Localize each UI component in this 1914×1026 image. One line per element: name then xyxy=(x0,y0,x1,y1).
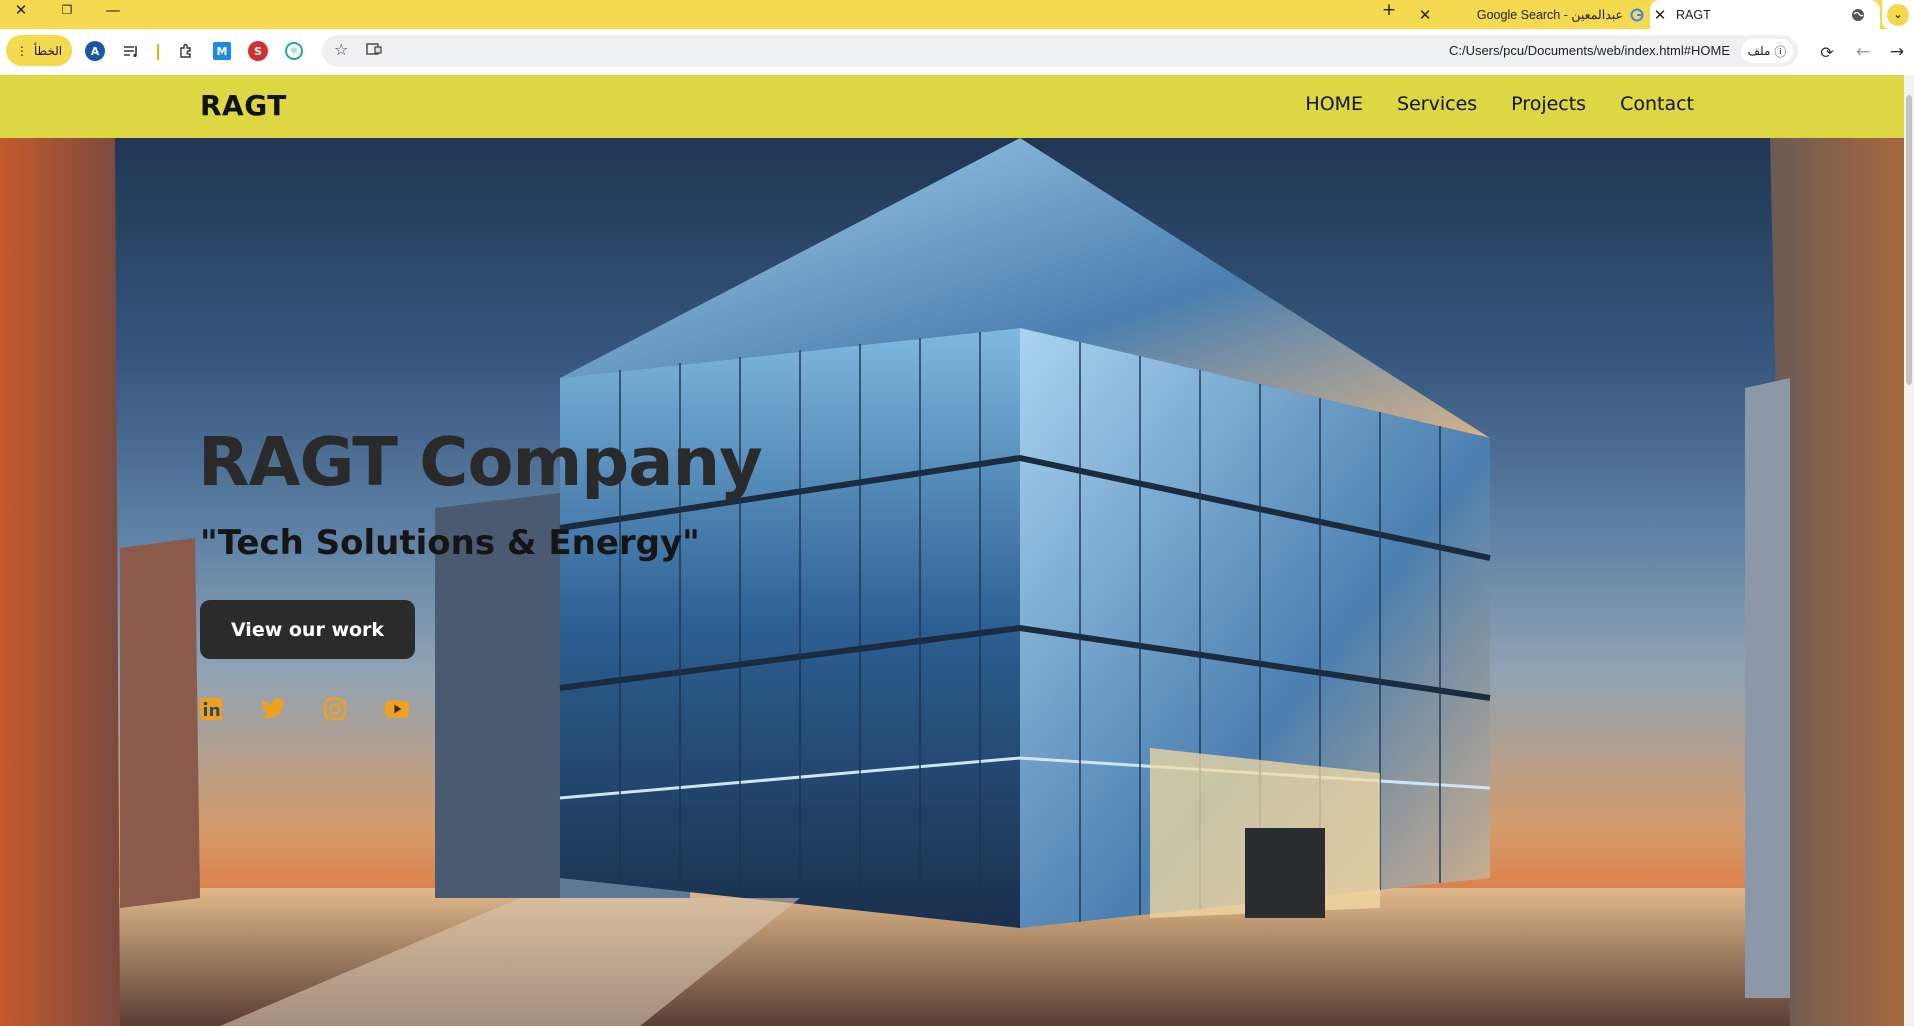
tab-ragt[interactable]: ✕ RAGT xyxy=(1650,0,1880,29)
main-nav: HOME Services Projects Contact xyxy=(1305,93,1694,115)
hero-title: RAGT Company xyxy=(198,423,763,501)
toolbar-divider xyxy=(157,44,159,60)
extension-m-icon[interactable]: M xyxy=(211,40,233,62)
site-logo[interactable]: RAGT xyxy=(200,89,287,122)
error-label: الخطأ xyxy=(33,43,63,58)
close-tab-icon[interactable]: ✕ xyxy=(1650,6,1670,24)
close-window-icon[interactable]: ✕ xyxy=(6,0,36,19)
social-links xyxy=(198,696,410,722)
info-icon: ⓘ xyxy=(1774,44,1787,59)
tab-title: Google Search - عبدالمعين xyxy=(1476,8,1623,22)
page-scrollbar[interactable] xyxy=(1904,75,1914,1026)
forward-arrow-icon[interactable]: → xyxy=(1885,40,1909,64)
hero-background-image xyxy=(0,138,1904,1026)
linkedin-icon[interactable] xyxy=(198,696,224,722)
tab-strip: ✕ ❐ — + ✕ Google Search - عبدالمعين ✕ RA… xyxy=(0,0,1914,29)
site-info-chip[interactable]: ملف ⓘ xyxy=(1741,39,1793,63)
nav-services[interactable]: Services xyxy=(1397,93,1477,115)
url-text: C:/Users/pcu/Documents/web/index.html#HO… xyxy=(1448,43,1730,58)
restore-window-icon[interactable]: ❐ xyxy=(52,0,82,19)
google-favicon-icon xyxy=(1629,7,1645,23)
site-info-label: ملف xyxy=(1747,44,1771,58)
site-header: RAGT HOME Services Projects Contact xyxy=(0,75,1904,138)
twitter-icon[interactable] xyxy=(260,696,286,722)
browser-toolbar: ⋮ الخطأ A M S ⚛ ☆ C:/Users/pcu/Documents… xyxy=(0,29,1914,75)
profile-avatar[interactable]: A xyxy=(84,40,106,62)
new-tab-button[interactable]: + xyxy=(1378,0,1400,20)
hero-subtitle: "Tech Solutions & Energy" xyxy=(200,523,700,563)
nav-projects[interactable]: Projects xyxy=(1511,93,1586,115)
scrollbar-thumb[interactable] xyxy=(1906,95,1912,385)
nav-contact[interactable]: Contact xyxy=(1620,93,1694,115)
minimize-window-icon[interactable]: — xyxy=(98,0,128,19)
globe-favicon-icon xyxy=(1850,7,1866,23)
reading-list-icon[interactable] xyxy=(120,40,142,62)
tab-google-search[interactable]: ✕ Google Search - عبدالمعين xyxy=(1415,0,1645,29)
bookmark-star-icon[interactable]: ☆ xyxy=(334,40,348,59)
close-tab-icon[interactable]: ✕ xyxy=(1415,6,1435,24)
tab-title: RAGT xyxy=(1676,7,1711,22)
view-our-work-button[interactable]: View our work xyxy=(200,600,415,659)
extensions-puzzle-icon[interactable] xyxy=(175,40,197,62)
kebab-menu-icon: ⋮ xyxy=(15,43,28,58)
chevron-down-icon: ⌄ xyxy=(1887,3,1909,26)
hero-section: RAGT Company "Tech Solutions & Energy" V… xyxy=(0,138,1904,1026)
instagram-icon[interactable] xyxy=(322,696,348,722)
install-app-icon[interactable] xyxy=(366,42,382,60)
reload-icon[interactable]: ⟳ xyxy=(1815,40,1839,64)
extension-react-icon[interactable]: ⚛ xyxy=(283,40,305,62)
tab-search-button[interactable]: ⌄ xyxy=(1882,0,1914,29)
error-menu-button[interactable]: ⋮ الخطأ xyxy=(6,35,72,66)
nav-home[interactable]: HOME xyxy=(1305,93,1363,115)
page-viewport: RAGT HOME Services Projects Contact RAGT… xyxy=(0,75,1914,1026)
extension-s-icon[interactable]: S xyxy=(247,40,269,62)
address-bar[interactable]: ☆ C:/Users/pcu/Documents/web/index.html#… xyxy=(322,35,1798,67)
back-arrow-icon[interactable]: ← xyxy=(1851,40,1875,64)
youtube-icon[interactable] xyxy=(384,696,410,722)
